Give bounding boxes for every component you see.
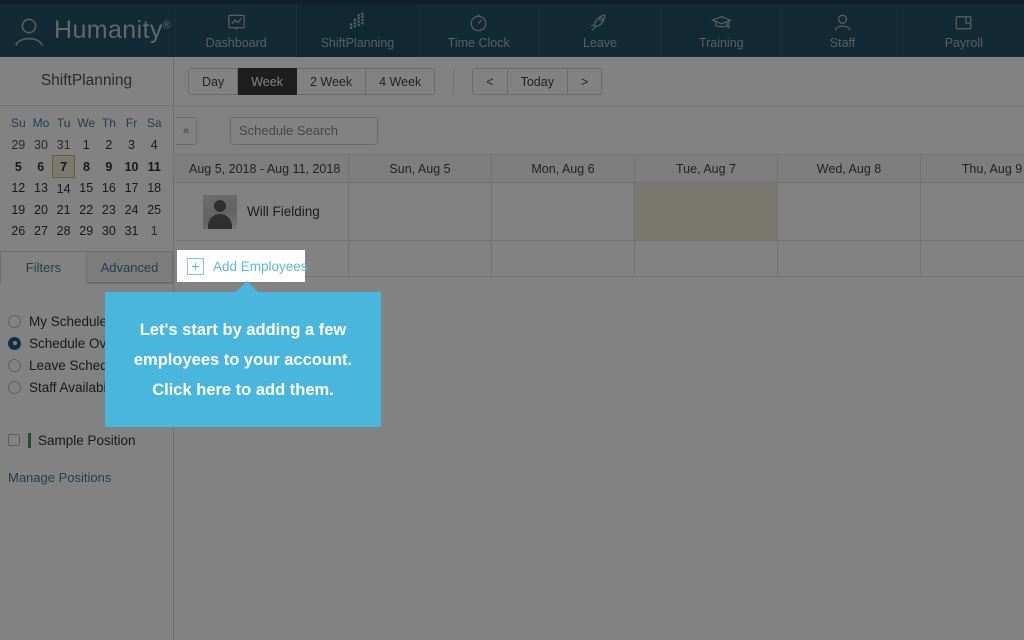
plus-icon: + (187, 258, 204, 275)
onboarding-callout: Let's start by adding a few employees to… (105, 292, 381, 427)
app-window: Humanity® Dashboard (0, 0, 1024, 640)
callout-line: Let's start by adding a few (140, 315, 347, 345)
add-employees-label: Add Employees (213, 259, 308, 274)
callout-line: Click here to add them. (152, 375, 334, 405)
callout-line: employees to your account. (134, 345, 352, 375)
add-employees-button[interactable]: + Add Employees (177, 250, 305, 282)
callout-arrow (235, 281, 259, 293)
